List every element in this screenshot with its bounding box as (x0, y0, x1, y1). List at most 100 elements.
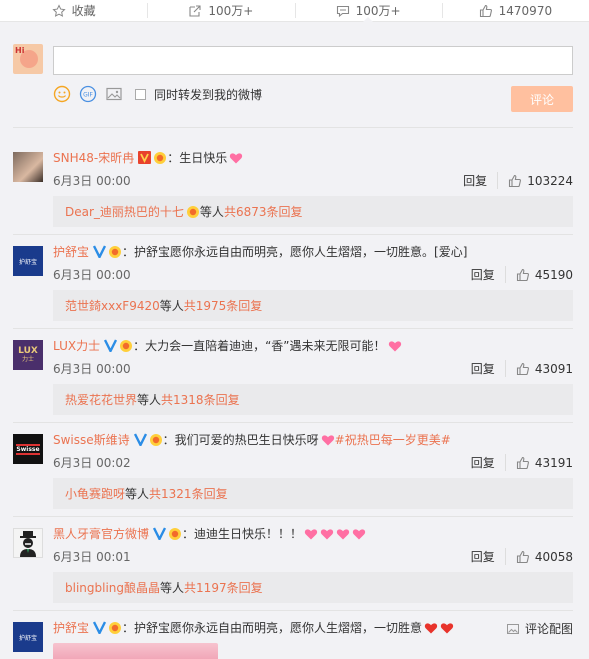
comment-time: 6月3日 00:02 (53, 456, 131, 470)
reply-summary-mid: 等人 (160, 581, 185, 595)
reply-author[interactable]: 小龟赛跑呀 (65, 485, 125, 502)
tab-like[interactable]: 1470970 (441, 0, 589, 21)
divider (13, 516, 573, 517)
like-button[interactable]: 43191 (516, 456, 573, 470)
red-heart-emoji-icon (424, 622, 438, 633)
share-icon (189, 4, 201, 17)
emoji-icon[interactable] (53, 85, 71, 103)
hashtag-link[interactable]: #祝热巴每一岁更美# (335, 431, 451, 448)
like-count: 40058 (534, 549, 573, 564)
like-button[interactable]: 43091 (516, 362, 573, 376)
avatar[interactable]: LUX 力士 (13, 340, 43, 370)
comment-text: ：护舒宝愿你永远自由而明亮，愿你人生熠熠，一切胜意。[爱心] (122, 245, 468, 259)
tab-comment-label: 100万+ (355, 4, 401, 18)
avatar-logo-text: 护舒宝 (18, 634, 37, 642)
reply-summary[interactable]: 小龟赛跑呀 等人 共1321条回复 (53, 478, 573, 509)
darlie-logo-icon (20, 531, 36, 557)
reply-summary-mid: 等人 (159, 299, 184, 313)
avatar-logo-subtext: 力士 (21, 356, 34, 363)
tab-favorite-label: 收藏 (71, 4, 96, 18)
fan-badge-icon (154, 151, 167, 164)
comment-image-link[interactable]: 评论配图 (506, 620, 573, 637)
verified-badge-icon (133, 433, 147, 446)
reply-summary[interactable]: Dear_迪丽热巴的十七 等人 共6873条回复 (53, 196, 573, 227)
heart-emoji-icon (304, 528, 318, 539)
like-button[interactable]: 45190 (516, 268, 573, 282)
reply-button[interactable]: 回复 (471, 360, 506, 377)
reply-button[interactable]: 回复 (471, 266, 506, 283)
reply-summary-mid: 等人 (125, 487, 150, 501)
star-icon (51, 3, 66, 17)
avatar[interactable]: 护舒宝 (13, 622, 43, 652)
gif-icon[interactable]: GIF (79, 85, 97, 103)
comment-image-thumbnail[interactable] (53, 643, 218, 659)
reply-summary[interactable]: 范世錡xxxF9420 等人 共1975条回复 (53, 290, 573, 321)
reply-author[interactable]: 范世錡xxxF9420 (65, 297, 160, 314)
divider (13, 127, 573, 128)
avatar-text: Hi (15, 46, 25, 55)
reply-button[interactable]: 回复 (463, 172, 499, 189)
verified-badge-icon (153, 527, 167, 540)
reply-author[interactable]: 热爱花花世界 (65, 391, 137, 408)
heart-emoji-icon (336, 528, 350, 539)
comment-author[interactable]: SNH48-宋昕冉 (53, 149, 134, 166)
image-icon (506, 623, 519, 634)
comment-input[interactable] (53, 46, 573, 75)
avatar[interactable]: Swisse (13, 434, 43, 464)
avatar[interactable]: 护舒宝 (13, 246, 43, 276)
avatar[interactable] (13, 152, 43, 182)
red-heart-emoji-icon (440, 622, 454, 633)
like-count: 43091 (534, 361, 573, 376)
comment-text: ：迪迪生日快乐！！！ (182, 527, 303, 541)
comment-author[interactable]: 护舒宝 (53, 619, 89, 636)
forward-checkbox[interactable] (135, 88, 146, 100)
reply-summary[interactable]: 热爱花花世界 等人 共1318条回复 (53, 384, 573, 415)
like-button[interactable]: 103224 (508, 174, 573, 188)
comment-icon (336, 5, 349, 17)
avatar[interactable] (13, 528, 43, 558)
divider (13, 610, 573, 611)
heart-emoji-icon (320, 528, 334, 539)
fan-badge-icon (186, 205, 199, 218)
comment-author[interactable]: 护舒宝 (53, 243, 89, 260)
verified-badge-icon (104, 339, 118, 352)
submit-comment-button[interactable]: 评论 (511, 86, 573, 112)
comment-author[interactable]: 黑人牙膏官方微博 (53, 525, 149, 542)
heart-emoji-icon (388, 340, 401, 351)
tab-share[interactable]: 100万+ (147, 0, 294, 21)
comment-composer: Hi GIF 同时转发到我的微博 评论 (0, 22, 589, 127)
image-icon[interactable] (105, 85, 123, 103)
reply-button[interactable]: 回复 (471, 548, 506, 565)
comment-author[interactable]: Swisse斯维诗 (53, 431, 130, 448)
avatar[interactable]: Hi (13, 44, 43, 74)
fan-badge-icon (169, 527, 182, 540)
vip-badge-icon (138, 151, 152, 164)
reply-author[interactable]: Dear_迪丽热巴的十七 (65, 203, 184, 220)
more-replies-link[interactable]: 共6873条回复 (224, 203, 303, 220)
comment-author[interactable]: LUX力士 (53, 337, 100, 354)
thumb-up-icon (516, 550, 529, 563)
svg-text:GIF: GIF (83, 92, 93, 99)
tab-comment[interactable]: 100万+ (294, 0, 442, 21)
divider (13, 234, 573, 235)
more-replies-link[interactable]: 共1197条回复 (184, 579, 263, 596)
thumb-up-icon (479, 4, 492, 17)
avatar-logo-text: 护舒宝 (18, 258, 37, 266)
more-replies-link[interactable]: 共1321条回复 (149, 485, 228, 502)
thumb-up-icon (516, 456, 529, 469)
reply-author[interactable]: blingbling酿晶晶 (65, 579, 160, 596)
reply-button[interactable]: 回复 (471, 454, 506, 471)
reply-summary[interactable]: blingbling酿晶晶 等人 共1197条回复 (53, 572, 573, 603)
comment-text: ：生日快乐 (167, 151, 228, 165)
fan-badge-icon (120, 339, 133, 352)
heart-emoji-icon (230, 152, 243, 163)
tab-favorite[interactable]: 收藏 (0, 0, 147, 21)
more-replies-link[interactable]: 共1975条回复 (184, 297, 263, 314)
comment-text: ：我们可爱的热巴生日快乐呀 (162, 433, 319, 447)
like-button[interactable]: 40058 (516, 550, 573, 564)
more-replies-link[interactable]: 共1318条回复 (161, 391, 240, 408)
thumb-up-icon (516, 362, 529, 375)
composer-toolbar: GIF 同时转发到我的微博 (53, 85, 262, 103)
heart-emoji-icon (352, 528, 366, 539)
comment-image-label: 评论配图 (524, 622, 573, 636)
